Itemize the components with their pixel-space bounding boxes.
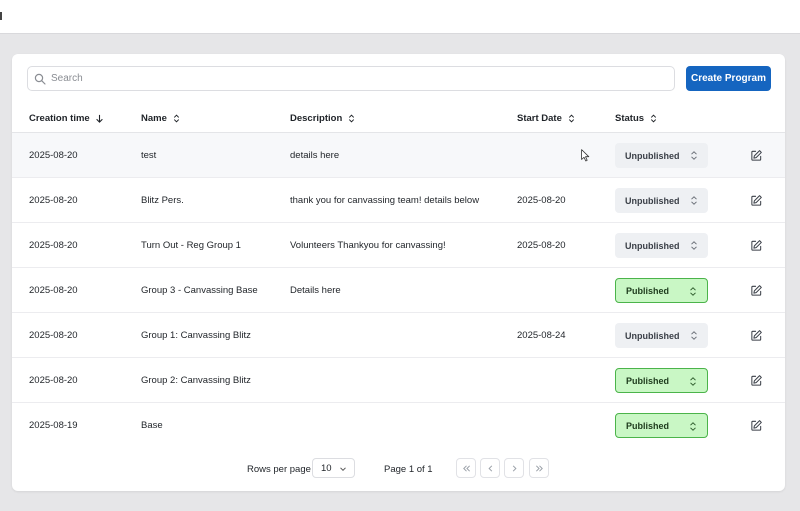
sort-icon [173,114,179,123]
status-value: Published [626,285,670,296]
column-header-label: Status [615,113,645,124]
edit-icon[interactable] [750,149,763,162]
description-cell: details here [290,150,340,161]
search-box[interactable] [27,66,675,91]
description-cell: Details here [290,285,341,296]
table-row[interactable]: 2025-08-20 Group 2: Canvassing Blitz Pub… [12,358,785,403]
column-header-label: Description [290,113,343,124]
table-row[interactable]: 2025-08-20 Group 1: Canvassing Blitz 202… [12,313,785,358]
last-page-button[interactable] [529,458,549,478]
chevron-down-icon [340,467,346,472]
status-select[interactable]: Unpublished [615,143,708,168]
chevron-updown-icon [690,422,696,431]
status-select[interactable]: Published [615,278,708,303]
top-bar-edge-mark [0,12,2,20]
search-icon [34,73,46,85]
name-cell: Base [141,420,163,431]
column-header-label: Creation time [29,113,90,124]
start-date-cell: 2025-08-24 [517,330,566,341]
chevron-updown-icon [690,377,696,386]
creation-time-cell: 2025-08-20 [29,195,78,206]
name-cell: Blitz Pers. [141,195,184,206]
chevron-left-icon [487,464,492,472]
status-select[interactable]: Published [615,368,708,393]
edit-icon[interactable] [750,239,763,252]
creation-time-cell: 2025-08-19 [29,420,78,431]
column-header-description[interactable]: Description [290,113,356,124]
page-indicator: Page 1 of 1 [384,464,433,475]
column-header-creation-time[interactable]: Creation time [29,113,104,124]
status-value: Unpublished [625,195,680,206]
rows-per-page-select[interactable]: 10 [312,458,355,478]
pagination-bar: Rows per page 10 Page 1 of 1 [12,458,785,480]
chevron-updown-icon [691,331,697,340]
table-header: Creation time Name Description Start Dat… [12,105,785,133]
create-program-button[interactable]: Create Program [686,66,771,91]
status-value: Unpublished [625,330,680,341]
status-select[interactable]: Published [615,413,708,438]
name-cell: Group 3 - Canvassing Base [141,285,258,296]
previous-page-button[interactable] [480,458,500,478]
chevron-updown-icon [691,151,697,160]
creation-time-cell: 2025-08-20 [29,330,78,341]
description-cell: Volunteers Thankyou for canvassing! [290,240,446,251]
rows-per-page-label: Rows per page [247,464,311,475]
status-select[interactable]: Unpublished [615,323,708,348]
table-row[interactable]: 2025-08-19 Base Published [12,403,785,448]
table-row[interactable]: 2025-08-20 Turn Out - Reg Group 1 Volunt… [12,223,785,268]
arrow-down-icon [95,114,103,123]
first-page-button[interactable] [456,458,476,478]
programs-card: Create Program Creation time Name Descri… [12,54,785,491]
chevron-updown-icon [690,287,696,296]
column-header-name[interactable]: Name [141,113,181,124]
rows-per-page-value: 10 [321,462,332,474]
chevron-updown-icon [691,196,697,205]
column-header-label: Name [141,113,167,124]
creation-time-cell: 2025-08-20 [29,150,78,161]
edit-icon[interactable] [750,284,763,297]
top-bar [0,0,800,34]
column-header-status[interactable]: Status [615,113,658,124]
sort-icon [650,114,657,123]
chevrons-left-icon [462,464,470,472]
creation-time-cell: 2025-08-20 [29,375,78,386]
status-value: Published [626,375,670,386]
mouse-cursor-icon [581,149,590,162]
column-header-start-date[interactable]: Start Date [517,113,576,124]
table-row[interactable]: 2025-08-20 Group 3 - Canvassing Base Det… [12,268,785,313]
edit-icon[interactable] [750,374,763,387]
creation-time-cell: 2025-08-20 [29,285,78,296]
status-value: Unpublished [625,240,680,251]
creation-time-cell: 2025-08-20 [29,240,78,251]
table-row[interactable]: 2025-08-20 test details here Unpublished [12,133,785,178]
chevron-right-icon [512,464,517,472]
name-cell: Turn Out - Reg Group 1 [141,240,241,251]
search-input[interactable] [51,73,674,84]
column-header-label: Start Date [517,113,562,124]
status-select[interactable]: Unpublished [615,188,708,213]
chevrons-right-icon [535,464,543,472]
edit-icon[interactable] [750,329,763,342]
start-date-cell: 2025-08-20 [517,195,566,206]
status-value: Published [626,420,670,431]
name-cell: Group 1: Canvassing Blitz [141,330,251,341]
chevron-updown-icon [691,241,697,250]
sort-icon [568,114,574,123]
sort-icon [349,114,355,123]
name-cell: test [141,150,157,161]
description-cell: thank you for canvassing team! details b… [290,195,480,206]
edit-icon[interactable] [750,194,763,207]
table-row[interactable]: 2025-08-20 Blitz Pers. thank you for can… [12,178,785,223]
next-page-button[interactable] [504,458,524,478]
status-value: Unpublished [625,150,680,161]
status-select[interactable]: Unpublished [615,233,708,258]
start-date-cell: 2025-08-20 [517,240,566,251]
edit-icon[interactable] [750,419,763,432]
name-cell: Group 2: Canvassing Blitz [141,375,251,386]
